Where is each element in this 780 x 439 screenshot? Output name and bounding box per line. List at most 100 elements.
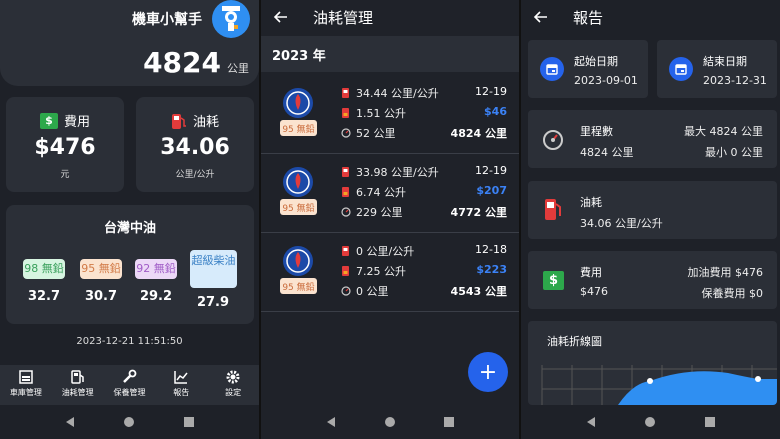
start-date-value: 2023-09-01 bbox=[574, 74, 638, 87]
calendar-icon bbox=[669, 57, 693, 81]
current-datetime: 2023-12-21 11:51:50 bbox=[76, 336, 183, 347]
report-app-bar: 報告 bbox=[521, 0, 780, 34]
fuel-unit: 公里/公升 bbox=[175, 170, 215, 180]
nav-fuel-label: 油耗管理 bbox=[61, 388, 94, 397]
mileage-label: 里程數 bbox=[580, 125, 613, 138]
record-liters: 1.51 公升 bbox=[356, 107, 406, 120]
nav-fuel[interactable]: 油耗管理 bbox=[52, 365, 104, 405]
fuel-chart-card: 油耗折線圖 bbox=[528, 321, 777, 405]
record-liters: 7.25 公升 bbox=[356, 265, 406, 278]
speedometer-icon bbox=[543, 130, 563, 150]
expense-value: $476 bbox=[34, 135, 96, 160]
report-page-title: 報告 bbox=[573, 8, 604, 27]
end-date-card[interactable]: 結束日期 2023-12-31 bbox=[657, 40, 777, 98]
gas-pump-icon bbox=[342, 246, 349, 256]
fuel-drop-icon bbox=[342, 108, 349, 118]
app-logo bbox=[212, 0, 250, 38]
odometer: 4824 公里 bbox=[143, 46, 249, 79]
fuel-price-diesel: 27.9 bbox=[196, 295, 230, 310]
fuel-grade-chip-98: 98 無鉛 bbox=[23, 259, 65, 279]
record-liters: 6.74 公升 bbox=[356, 186, 406, 199]
system-home-icon[interactable] bbox=[644, 416, 656, 428]
mileage-value: 4824 公里 bbox=[580, 146, 634, 159]
record-efficiency: 34.44 公里/公升 bbox=[356, 87, 439, 100]
nav-report[interactable]: 報告 bbox=[155, 365, 207, 405]
system-back-icon[interactable] bbox=[585, 416, 597, 428]
cpc-logo-icon bbox=[283, 246, 313, 276]
back-arrow-icon bbox=[273, 11, 287, 23]
speedometer-icon bbox=[341, 128, 351, 138]
expense-label: 費用 bbox=[580, 266, 602, 279]
fuel-record-row[interactable]: 95 無鉛 33.98 公里/公升 6.74 公升 229 公里 12-19 $… bbox=[261, 155, 519, 233]
nav-maintenance-label: 保養管理 bbox=[113, 388, 146, 397]
nav-garage[interactable]: 車庫管理 bbox=[0, 365, 52, 405]
nav-report-label: 報告 bbox=[173, 388, 190, 397]
chart-point bbox=[755, 376, 761, 382]
gas-pump-icon bbox=[342, 88, 349, 98]
record-date: 12-19 bbox=[475, 164, 507, 177]
fuel-drop-icon bbox=[342, 187, 349, 197]
record-distance: 0 公里 bbox=[356, 285, 389, 298]
fuel-record-row[interactable]: 95 無鉛 0 公里/公升 7.25 公升 0 公里 12-18 $223 45… bbox=[261, 234, 519, 312]
mileage-min: 最小 0 公里 bbox=[705, 146, 763, 159]
record-efficiency: 33.98 公里/公升 bbox=[356, 166, 439, 179]
expense-unit: 元 bbox=[60, 170, 70, 180]
chart-title: 油耗折線圖 bbox=[547, 335, 602, 348]
cpc-logo-icon bbox=[283, 167, 313, 197]
back-button[interactable] bbox=[261, 0, 301, 34]
expense-card[interactable]: $ 費用 $476 元 bbox=[6, 97, 124, 192]
gear-icon bbox=[226, 370, 240, 384]
system-back-icon[interactable] bbox=[325, 416, 337, 428]
fuel-card[interactable]: 油耗 34.06 公里/公升 bbox=[136, 97, 254, 192]
report-screen: 報告 起始日期 2023-09-01 結束日期 2023-12-31 里程數 4… bbox=[521, 0, 780, 439]
calendar-icon bbox=[540, 57, 564, 81]
record-odometer: 4543 公里 bbox=[450, 285, 507, 298]
mileage-card: 里程數 4824 公里 最大 4824 公里 最小 0 公里 bbox=[528, 110, 777, 168]
gas-station-icon bbox=[70, 370, 84, 384]
dollar-icon: $ bbox=[543, 271, 564, 290]
system-home-icon[interactable] bbox=[384, 416, 396, 428]
expense-card: $ 費用 $476 加油費用 $476 保養費用 $0 bbox=[528, 251, 777, 309]
record-distance: 52 公里 bbox=[356, 127, 396, 140]
fuel-page-title: 油耗管理 bbox=[313, 8, 374, 27]
record-cost: $207 bbox=[476, 184, 507, 197]
fuel-price-95: 30.7 bbox=[84, 289, 118, 304]
odometer-value: 4824 bbox=[143, 46, 221, 79]
fuel-record-row[interactable]: 95 無鉛 34.44 公里/公升 1.51 公升 52 公里 12-19 $4… bbox=[261, 76, 519, 154]
system-recents-icon[interactable] bbox=[443, 416, 455, 428]
fuel-grade-chip: 95 無鉛 bbox=[280, 278, 317, 294]
record-odometer: 4772 公里 bbox=[450, 206, 507, 219]
add-record-button[interactable]: + bbox=[468, 352, 508, 392]
gas-pump-icon bbox=[171, 113, 186, 129]
fuel-efficiency-card: 油耗 34.06 公里/公升 bbox=[528, 181, 777, 239]
chart-icon bbox=[174, 371, 188, 384]
expense-value: $476 bbox=[580, 285, 608, 298]
record-date: 12-18 bbox=[475, 243, 507, 256]
fuel-label: 油耗 bbox=[580, 196, 602, 209]
system-recents-icon[interactable] bbox=[704, 416, 716, 428]
year-header: 2023 年 bbox=[261, 36, 519, 72]
fuel-management-screen: 油耗管理 2023 年 95 無鉛 34.44 公里/公升 1.51 公升 52… bbox=[261, 0, 519, 439]
garage-icon bbox=[19, 370, 33, 384]
cpc-logo-icon bbox=[283, 88, 313, 118]
gas-pump-icon bbox=[342, 167, 349, 177]
fuel-grade-chip-95: 95 無鉛 bbox=[80, 259, 122, 279]
garage-header: 機車小幫手 4824 公里 bbox=[0, 0, 259, 86]
nav-maintenance[interactable]: 保養管理 bbox=[104, 365, 156, 405]
fuel-line-chart bbox=[541, 365, 777, 405]
fuel-price-98: 32.7 bbox=[27, 289, 61, 304]
back-button[interactable] bbox=[521, 0, 561, 34]
back-arrow-icon bbox=[533, 11, 547, 23]
end-date-label: 結束日期 bbox=[703, 55, 747, 68]
system-back-icon[interactable] bbox=[64, 416, 76, 428]
fuel-value: 34.06 bbox=[160, 135, 230, 160]
fuel-grade-chip: 95 無鉛 bbox=[280, 199, 317, 215]
record-odometer: 4824 公里 bbox=[450, 127, 507, 140]
nav-settings[interactable]: 設定 bbox=[207, 365, 259, 405]
system-home-icon[interactable] bbox=[123, 416, 135, 428]
speedometer-icon bbox=[341, 286, 351, 296]
system-recents-icon[interactable] bbox=[183, 416, 195, 428]
start-date-label: 起始日期 bbox=[574, 55, 618, 68]
chart-point bbox=[647, 378, 653, 384]
start-date-card[interactable]: 起始日期 2023-09-01 bbox=[528, 40, 648, 98]
